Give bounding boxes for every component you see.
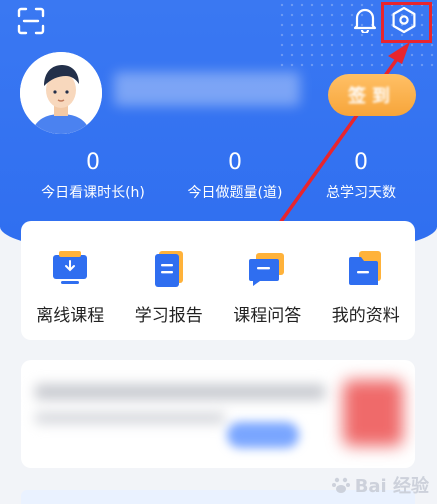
quick-links-card: 离线课程 学习报告 课程问答 我的资料: [21, 221, 415, 340]
quick-link-label: 我的资料: [331, 306, 400, 326]
redacted-line: [35, 412, 225, 424]
watermark: Bai 经验: [331, 472, 429, 498]
course-qa-icon: [248, 251, 286, 287]
checkin-button-label: 签到: [348, 86, 396, 106]
my-materials-icon: [347, 251, 385, 287]
notification-bell-icon[interactable]: [352, 6, 378, 34]
quick-link-study-report[interactable]: 学习报告: [124, 251, 214, 326]
offline-course-icon: [51, 251, 89, 287]
quick-link-label: 课程问答: [233, 306, 302, 326]
promo-card-redacted[interactable]: [21, 360, 415, 468]
stat-label: 总学习天数: [326, 185, 396, 201]
redacted-button: [227, 422, 299, 448]
paw-icon: [331, 477, 350, 493]
username-redacted: [114, 72, 300, 106]
stat-value: 0: [86, 150, 100, 175]
study-report-icon: [150, 251, 188, 287]
avatar[interactable]: [20, 52, 102, 134]
redacted-line: [35, 384, 325, 400]
redacted-image: [343, 380, 403, 446]
stat-watch-hours: 0 今日看课时长(h): [18, 150, 168, 202]
annotation-highlight-box: [381, 2, 432, 43]
checkin-button[interactable]: 签到: [328, 74, 416, 116]
quick-link-label: 离线课程: [36, 306, 105, 326]
quick-link-label: 学习报告: [134, 306, 203, 326]
quick-link-offline-course[interactable]: 离线课程: [25, 251, 115, 326]
watermark-text: Bai 经验: [354, 476, 429, 497]
quick-link-my-materials[interactable]: 我的资料: [321, 251, 411, 326]
quick-link-course-qa[interactable]: 课程问答: [222, 251, 312, 326]
stat-value: 0: [354, 150, 368, 175]
stat-label: 今日看课时长(h): [41, 185, 145, 201]
scan-icon[interactable]: [16, 6, 46, 36]
stat-total-days: 0 总学习天数: [286, 150, 436, 202]
